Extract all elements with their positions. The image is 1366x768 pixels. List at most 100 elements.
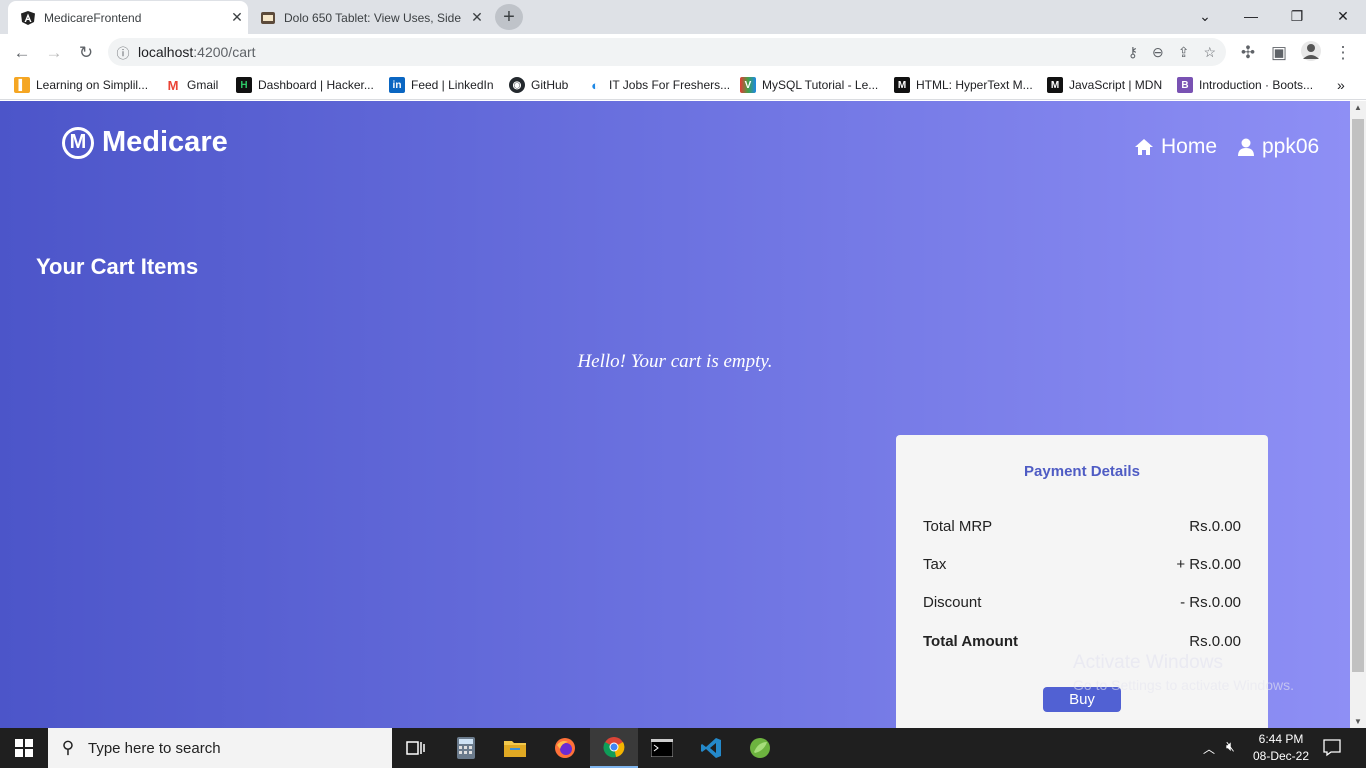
tab-title: MedicareFrontend bbox=[44, 10, 142, 25]
scrollbar-thumb[interactable] bbox=[1352, 119, 1364, 672]
task-view-icon[interactable] bbox=[392, 728, 440, 768]
bookmark-label: Gmail bbox=[187, 78, 219, 92]
share-icon[interactable]: ⇪ bbox=[1178, 44, 1190, 61]
browser-tab-strip: MedicareFrontend ✕ Dolo 650 Tablet: View… bbox=[0, 0, 1366, 34]
row-discount: Discount - Rs.0.00 bbox=[923, 594, 1241, 611]
bookmark-label: Dashboard | Hacker... bbox=[258, 78, 374, 92]
activate-windows-title: Activate Windows bbox=[1073, 652, 1223, 673]
mdn-icon: M bbox=[894, 77, 910, 93]
bookmark-bootstrap[interactable]: B Introduction · Boots... bbox=[1177, 76, 1313, 94]
bookmarks-bar: ▌ Learning on Simplil... M Gmail H Dashboar… bbox=[0, 70, 1366, 100]
bookmark-linkedin[interactable]: in Feed | LinkedIn bbox=[389, 76, 494, 94]
speaker-muted-icon[interactable]: 🔇︎ bbox=[1226, 738, 1235, 755]
row-label: Total Amount bbox=[923, 633, 1018, 650]
tab-title: Dolo 650 Tablet: View Uses, Side bbox=[284, 10, 461, 25]
minimize-button[interactable]: — bbox=[1228, 0, 1274, 32]
bookmark-label: MySQL Tutorial - Le... bbox=[762, 78, 879, 92]
tab-dolo-650[interactable]: Dolo 650 Tablet: View Uses, Side ✕ bbox=[248, 1, 488, 34]
calculator-icon[interactable] bbox=[442, 728, 490, 768]
taskbar-search-box[interactable]: ⚲ Type here to search bbox=[48, 728, 392, 768]
row-label: Tax bbox=[923, 556, 947, 573]
firefox-icon[interactable] bbox=[541, 728, 589, 768]
bookmark-html-mdn[interactable]: M HTML: HyperText M... bbox=[894, 76, 1033, 94]
clock-date: 08-Dec-22 bbox=[1252, 749, 1310, 763]
tab-medicare-frontend[interactable]: MedicareFrontend ✕ bbox=[8, 1, 248, 34]
forward-arrow-icon[interactable]: → bbox=[41, 40, 67, 66]
page-scrollbar[interactable]: ▲ ▼ bbox=[1350, 101, 1366, 728]
brand-logo[interactable]: M Medicare bbox=[62, 126, 228, 159]
zoom-icon[interactable]: ⊖ bbox=[1152, 44, 1164, 61]
row-value: Rs.0.00 bbox=[1189, 633, 1241, 650]
window-close-button[interactable]: ✕ bbox=[1320, 0, 1366, 32]
windows-start-icon[interactable] bbox=[0, 728, 48, 768]
profile-avatar[interactable] bbox=[1298, 40, 1324, 66]
system-clock[interactable]: 6:44 PM 08-Dec-22 bbox=[1252, 731, 1310, 765]
nav-home-label: Home bbox=[1161, 135, 1218, 158]
bookmark-hackerrank[interactable]: H Dashboard | Hacker... bbox=[236, 76, 374, 94]
linkedin-icon: in bbox=[389, 77, 405, 93]
key-icon[interactable]: ⚷ bbox=[1128, 44, 1138, 61]
1mg-icon bbox=[260, 10, 276, 26]
angular-icon bbox=[20, 10, 36, 26]
show-hidden-icons-chevron-icon[interactable]: ︿ bbox=[1203, 740, 1215, 757]
gmail-icon: M bbox=[167, 77, 179, 93]
extensions-icon[interactable]: ✣ bbox=[1235, 40, 1261, 66]
search-icon: ⚲ bbox=[61, 738, 75, 757]
restore-button[interactable]: ❐ bbox=[1274, 0, 1320, 32]
row-total-mrp: Total MRP Rs.0.00 bbox=[923, 518, 1241, 535]
info-icon[interactable]: ⓘ bbox=[108, 43, 138, 62]
url-host: localhost bbox=[138, 44, 194, 60]
chrome-icon[interactable] bbox=[590, 728, 638, 768]
row-value: - Rs.0.00 bbox=[1180, 594, 1241, 611]
url-path: :4200/cart bbox=[193, 44, 256, 60]
close-icon[interactable]: ✕ bbox=[466, 9, 488, 26]
payment-details-title: Payment Details bbox=[1024, 463, 1140, 480]
side-panel-icon[interactable]: ▣ bbox=[1266, 40, 1292, 66]
file-explorer-icon[interactable] bbox=[491, 728, 539, 768]
reload-icon[interactable]: ↻ bbox=[73, 40, 99, 66]
mysql-icon: V bbox=[740, 77, 756, 93]
bookmark-github[interactable]: ◉ GitHub bbox=[509, 76, 568, 94]
windows-taskbar: ⚲ Type here to search ︿ 🔇︎ 6:44 PM 08-De… bbox=[0, 728, 1366, 768]
spring-tool-suite-icon[interactable] bbox=[736, 728, 784, 768]
menu-icon[interactable]: ⋮ bbox=[1330, 40, 1356, 66]
vscode-icon[interactable] bbox=[687, 728, 735, 768]
row-total-amount: Total Amount Rs.0.00 bbox=[923, 633, 1241, 650]
taskbar-search-placeholder: Type here to search bbox=[88, 739, 221, 757]
more-bookmarks-chevron-icon[interactable]: » bbox=[1337, 76, 1345, 94]
bookmark-label: JavaScript | MDN bbox=[1069, 78, 1163, 92]
jobs-icon: ◐ bbox=[591, 77, 599, 93]
bookmark-gmail[interactable]: M Gmail bbox=[165, 76, 219, 94]
star-icon[interactable]: ☆ bbox=[1203, 44, 1216, 61]
bookmark-mysql[interactable]: V MySQL Tutorial - Le... bbox=[740, 76, 878, 94]
bookmark-it-jobs[interactable]: ◐ IT Jobs For Freshers... bbox=[587, 76, 730, 94]
bookmark-label: IT Jobs For Freshers... bbox=[609, 78, 731, 92]
row-value: + Rs.0.00 bbox=[1176, 556, 1241, 573]
bookmark-label: Introduction · Boots... bbox=[1199, 78, 1314, 92]
activate-windows-subtitle: Go to Settings to activate Windows. bbox=[1073, 677, 1294, 693]
clock-time: 6:44 PM bbox=[1258, 732, 1304, 746]
row-label: Discount bbox=[923, 594, 982, 611]
back-arrow-icon[interactable]: ← bbox=[9, 40, 35, 66]
mdn-icon: M bbox=[1047, 77, 1063, 93]
tab-search-chevron-icon[interactable]: ⌄ bbox=[1182, 0, 1228, 32]
bookmark-javascript-mdn[interactable]: M JavaScript | MDN bbox=[1047, 76, 1162, 94]
user-icon bbox=[1238, 138, 1254, 156]
close-icon[interactable]: ✕ bbox=[226, 9, 248, 26]
new-tab-button[interactable]: + bbox=[495, 4, 523, 30]
brand-name: Medicare bbox=[102, 126, 228, 158]
address-bar[interactable]: ⓘ localhost:4200/cart ⚷ ⊖ ⇪ ☆ bbox=[108, 38, 1226, 66]
bookmark-label: GitHub bbox=[531, 78, 569, 92]
bookmark-simplilearn[interactable]: ▌ Learning on Simplil... bbox=[14, 76, 148, 94]
row-label: Total MRP bbox=[923, 518, 993, 535]
bookmark-label: Learning on Simplil... bbox=[36, 78, 149, 92]
scroll-down-icon[interactable]: ▼ bbox=[1350, 717, 1366, 726]
terminal-icon[interactable] bbox=[638, 728, 686, 768]
notification-icon[interactable] bbox=[1322, 737, 1342, 762]
nav-home[interactable]: Home bbox=[1134, 135, 1217, 159]
nav-user[interactable]: ppk06 bbox=[1237, 135, 1319, 159]
scroll-up-icon[interactable]: ▲ bbox=[1350, 103, 1366, 112]
row-tax: Tax + Rs.0.00 bbox=[923, 556, 1241, 573]
row-value: Rs.0.00 bbox=[1189, 518, 1241, 535]
cart-heading: Your Cart Items bbox=[36, 254, 199, 279]
